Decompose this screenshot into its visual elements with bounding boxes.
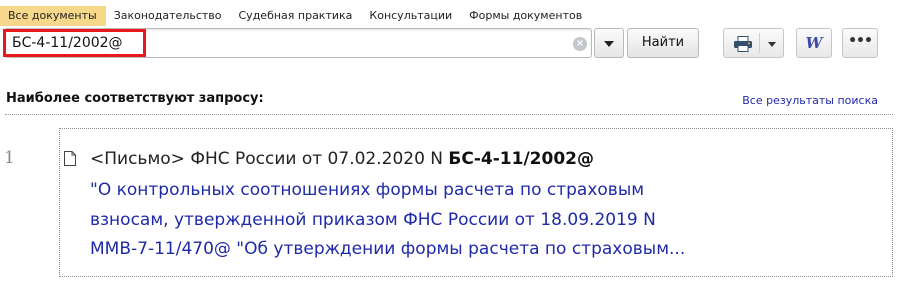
- tab-document-forms[interactable]: Формы документов: [461, 6, 591, 26]
- search-field[interactable]: ×: [4, 28, 592, 58]
- result-title-line-3[interactable]: ММВ-7-11/470@ "Об утверждении формы расч…: [90, 235, 850, 265]
- result-title-line-2[interactable]: взносам, утвержденной приказом ФНС Росси…: [90, 206, 850, 236]
- result-number: 1: [4, 148, 15, 168]
- more-icon: •••: [848, 33, 873, 49]
- print-button[interactable]: [723, 28, 784, 58]
- search-history-dropdown-button[interactable]: [594, 28, 624, 58]
- result-document-reference: <Письмо> ФНС России от 07.02.2020 N БС-4…: [90, 149, 594, 169]
- chevron-down-icon: [604, 41, 614, 47]
- tab-court-practice[interactable]: Судебная практика: [231, 6, 362, 26]
- result-query-match: БС-4-11/2002@: [448, 149, 594, 169]
- results-divider: [5, 114, 893, 115]
- find-button[interactable]: Найти: [627, 28, 699, 58]
- tab-consultations[interactable]: Консультации: [361, 6, 461, 26]
- printer-icon: [734, 36, 752, 52]
- tab-legislation[interactable]: Законодательство: [106, 6, 231, 26]
- search-input[interactable]: [12, 33, 552, 53]
- result-item: <Письмо> ФНС России от 07.02.2020 N БС-4…: [59, 128, 893, 277]
- export-to-word-button[interactable]: W: [796, 28, 832, 58]
- result-document-type: <Письмо> ФНС России от 07.02.2020 N: [90, 149, 449, 169]
- result-title-line-1[interactable]: "О контрольных соотношениях формы расчет…: [90, 176, 850, 206]
- search-bar: × Найти W •••: [0, 26, 898, 60]
- document-icon: [64, 151, 76, 166]
- results-heading: Наиболее соответствуют запросу:: [6, 91, 264, 106]
- print-separator: [759, 33, 760, 53]
- more-actions-button[interactable]: •••: [842, 28, 878, 58]
- tab-all-documents[interactable]: Все документы: [0, 6, 106, 26]
- print-options-chevron-icon[interactable]: [768, 42, 776, 47]
- search-scope-tabs: Все документы Законодательство Судебная …: [0, 6, 591, 26]
- all-results-link[interactable]: Все результаты поиска: [742, 94, 878, 107]
- word-export-icon: W: [805, 34, 823, 52]
- result-title-link[interactable]: "О контрольных соотношениях формы расчет…: [90, 176, 850, 265]
- clear-search-icon[interactable]: ×: [573, 37, 587, 51]
